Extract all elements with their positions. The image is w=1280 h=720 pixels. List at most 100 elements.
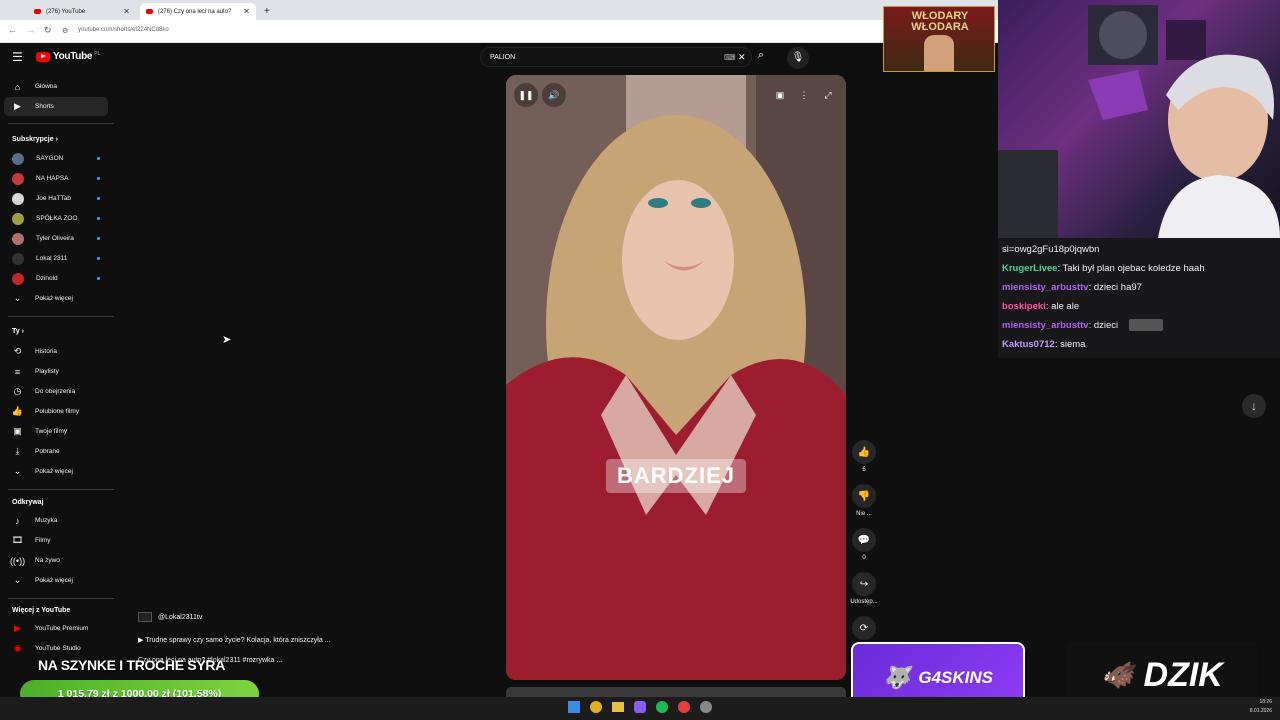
back-icon[interactable]: ← — [8, 25, 17, 35]
pause-button[interactable]: ❚❚ — [514, 83, 538, 107]
clock-time[interactable]: 18:26 — [1236, 699, 1272, 705]
like-button[interactable]: 👍 — [852, 440, 876, 464]
sidebar-item-label: Filmy — [35, 537, 51, 544]
explore-header: Odkrywaj — [12, 499, 44, 506]
chat-username[interactable]: boskipeki — [1002, 301, 1046, 312]
close-tab-icon[interactable]: ✕ — [243, 7, 250, 16]
channel-name[interactable]: @Lokal2311tv — [158, 614, 202, 621]
download-icon: ⤓ — [15, 446, 20, 456]
captions-button[interactable]: ▣ — [768, 83, 792, 107]
chat-text: si=owg2gFu18p0jqwbn — [1002, 244, 1100, 255]
sidebar-item-polubione-filmy[interactable]: 👍 Polubione filmy — [4, 402, 108, 421]
sidebar-item-youtube-studio[interactable]: ◉ YouTube Studio — [4, 639, 108, 658]
browser-tab-youtube[interactable]: (276) YouTube ✕ — [28, 3, 136, 20]
next-short-preview[interactable] — [506, 687, 846, 697]
sidebar-item-do-obejrzenia[interactable]: ◷ Do obejrzenia — [4, 382, 108, 401]
volume-button[interactable]: 🔊 — [542, 83, 566, 107]
chat-username[interactable]: Kaktus0712 — [1002, 339, 1055, 350]
sidebar-item-historia[interactable]: ⟲ Historia — [4, 342, 108, 361]
sidebar-item-label: Pobrane — [35, 448, 60, 455]
youtube-logo[interactable]: YouTube PL — [36, 51, 100, 62]
clear-search-icon[interactable]: ✕ — [738, 52, 746, 63]
sidebar-item-playlisty[interactable]: ≡ Playlisty — [4, 362, 108, 381]
channel-avatar — [12, 192, 24, 205]
channel-avatar — [12, 252, 24, 265]
sidebar-item-label: Pokaż więcej — [35, 577, 73, 584]
share-button[interactable]: ↪ — [852, 572, 876, 596]
search-input[interactable]: PALION — [490, 54, 515, 61]
menu-icon[interactable]: ☰ — [12, 50, 23, 64]
dislike-button[interactable]: 👎 — [852, 484, 876, 508]
remix-button[interactable]: ⟳ — [852, 616, 876, 640]
spotify-icon[interactable] — [656, 701, 668, 713]
search-box[interactable]: PALION ⌨ ✕ — [480, 47, 752, 67]
keyboard-icon[interactable]: ⌨ — [724, 53, 736, 62]
divider — [8, 489, 114, 490]
close-tab-icon[interactable]: ✕ — [123, 7, 130, 16]
subs-show-more[interactable]: ⌄ Pokaż więcej — [4, 289, 108, 308]
sidebar-item-home[interactable]: ⌂ Główna — [4, 77, 108, 96]
sidebar-item-saygon[interactable]: SAYGON — [4, 149, 108, 168]
chat-text: : ale ale — [1045, 301, 1080, 312]
scroll-down-button[interactable]: ↓ — [1242, 394, 1266, 418]
you-header[interactable]: Ty › — [12, 328, 24, 335]
share-label: Udostęp... — [850, 599, 878, 605]
windows-start-icon[interactable] — [568, 701, 580, 713]
chat-username[interactable]: miensisty_arbusttv — [1002, 320, 1089, 331]
clock-date[interactable]: 8.01.2026 — [1236, 708, 1272, 714]
comments-button[interactable]: 💬 — [852, 528, 876, 552]
sidebar-item-shorts[interactable]: ▶ Shorts — [4, 97, 108, 116]
logo-text: YouTube — [53, 51, 93, 62]
voice-search-icon[interactable]: 🎙 — [787, 47, 809, 69]
search-icon[interactable]: ⌕ — [758, 49, 764, 62]
channel-avatar — [12, 272, 24, 285]
sidebar: ⌂ Główna ▶ Shorts Subskrypcje › SAYGON NA… — [0, 73, 118, 720]
chat-username[interactable]: KrugerLivee — [1002, 263, 1057, 274]
chat-username[interactable]: miensisty_arbusttv — [1002, 282, 1089, 293]
youtube-studio-icon: ◉ — [13, 643, 22, 653]
file-explorer-icon[interactable] — [612, 702, 624, 712]
url-text[interactable]: youtube.com/shorts/et224NCd8ko — [78, 27, 169, 33]
webcam-feed — [998, 0, 1280, 238]
short-video-player[interactable]: ❚❚ 🔊 ▣ ⋮ ⤢ BARDZIEJ — [506, 75, 846, 680]
history-icon: ⟲ — [13, 346, 22, 356]
sidebar-item-twoje-filmy[interactable]: ▣ Twoje filmy — [4, 422, 108, 441]
chat-message: si=owg2gFu18p0jqwbn — [1002, 244, 1099, 255]
browser-tab-active[interactable]: (276) Czy ona leci na auto? ✕ — [140, 3, 256, 20]
chrome-icon[interactable] — [590, 701, 602, 713]
you-show-more[interactable]: ⌄ Pokaż więcej — [4, 462, 108, 481]
sidebar-item-label: Polubione filmy — [35, 408, 80, 415]
sidebar-item-muzyka[interactable]: ♪ Muzyka — [4, 511, 108, 530]
sidebar-item-filmy[interactable]: 🎞 Filmy — [4, 531, 108, 550]
new-content-dot — [97, 237, 100, 240]
sidebar-item-label: Shorts — [35, 103, 54, 110]
channel-avatar — [12, 212, 24, 225]
fullscreen-button[interactable]: ⤢ — [816, 83, 840, 107]
forward-icon[interactable]: → — [26, 25, 35, 35]
explore-show-more[interactable]: ⌄ Pokaż więcej — [4, 571, 108, 590]
discord-icon[interactable] — [634, 701, 646, 713]
sidebar-item-pobrane[interactable]: ⤓ Pobrane — [4, 442, 108, 461]
more-options-button[interactable]: ⋮ — [792, 83, 816, 107]
browser-icon[interactable] — [678, 701, 690, 713]
app-icon[interactable] — [700, 701, 712, 713]
sidebar-item-label: Do obejrzenia — [35, 388, 76, 395]
subscriptions-header[interactable]: Subskrypcje › — [12, 136, 58, 143]
banner-figure-image — [924, 35, 954, 71]
new-tab-button[interactable]: + — [258, 3, 272, 20]
sidebar-item-dzinold[interactable]: Dzinold — [4, 269, 108, 288]
short-description[interactable]: ▶ Trudne sprawy czy samo życie? Kolacja,… — [138, 636, 331, 644]
site-info-icon[interactable]: ⚙ — [62, 27, 68, 35]
channel-avatar[interactable] — [138, 612, 152, 622]
sidebar-item-na-hapsa[interactable]: NA HAPSA — [4, 169, 108, 188]
sidebar-item-label: Muzyka — [35, 517, 58, 524]
sidebar-item-lokal-2311[interactable]: Lokal 2311 — [4, 249, 108, 268]
sidebar-item-joe-hattab[interactable]: Joe HaTTab — [4, 189, 108, 208]
sidebar-item-spółka-zoo[interactable]: SPÓŁKA ZOO — [4, 209, 108, 228]
new-content-dot — [97, 197, 100, 200]
reload-icon[interactable]: ↻ — [44, 25, 52, 36]
sidebar-item-tyler-oliveira[interactable]: Tyler Oliveira — [4, 229, 108, 248]
sidebar-item-na-żywo[interactable]: ((•)) Na żywo — [4, 551, 108, 570]
movies-icon: 🎞 — [11, 535, 24, 545]
sidebar-item-youtube-premium[interactable]: ▶ YouTube Premium — [4, 619, 108, 638]
